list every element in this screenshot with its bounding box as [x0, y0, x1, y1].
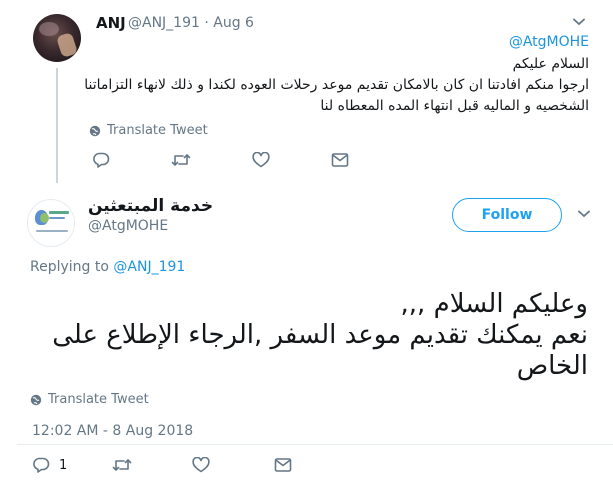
like-icon[interactable]: [252, 152, 270, 168]
message-icon[interactable]: [331, 152, 349, 168]
divider: [17, 444, 613, 445]
logo-text-mark: [36, 230, 68, 232]
reply-count: 1: [59, 457, 68, 473]
parent-tweet-date[interactable]: Aug 6: [213, 15, 254, 31]
retweet-icon[interactable]: [112, 457, 132, 473]
like-icon[interactable]: [192, 457, 210, 473]
logo-text-mark: [49, 211, 69, 214]
translate-tweet-link[interactable]: Translate Tweet: [30, 392, 149, 407]
chevron-down-icon[interactable]: [578, 210, 590, 218]
avatar-atgmohe[interactable]: [27, 199, 75, 247]
parent-mention-link[interactable]: @AtgMOHE: [0, 34, 589, 50]
parent-author-handle[interactable]: @ANJ_191: [128, 15, 200, 31]
parent-author-meta[interactable]: @ANJ_191 · Aug 6: [128, 15, 254, 31]
main-tweet-text-line: نعم يمكنك تقديم موعد السفر ,الرجاء الإطل…: [52, 320, 588, 350]
chevron-down-icon[interactable]: [573, 18, 585, 26]
translate-label[interactable]: Translate Tweet: [48, 392, 149, 407]
translate-label[interactable]: Translate Tweet: [107, 123, 208, 138]
parent-tweet-text-line: الشخصيه و الماليه قبل انتهاء المده المعط…: [320, 98, 589, 114]
logo-mark: [40, 213, 49, 223]
reply-icon[interactable]: [92, 152, 110, 168]
globe-icon: [30, 394, 42, 406]
parent-tweet-text-line: ارجوا منكم افادتنا ان كان بالامكان تقديم…: [84, 77, 589, 93]
globe-icon: [89, 125, 101, 137]
parent-author-name[interactable]: ANJ: [96, 14, 126, 32]
reply-icon[interactable]: [32, 457, 50, 473]
replying-handle-link[interactable]: @ANJ_191: [113, 259, 185, 275]
logo-text-mark: [49, 217, 65, 219]
replying-prefix: Replying to: [30, 259, 109, 275]
main-author-handle[interactable]: @AtgMOHE: [88, 218, 168, 234]
main-tweet-text-line: الخاص: [516, 351, 588, 381]
tweet-timestamp[interactable]: 12:02 AM - 8 Aug 2018: [32, 423, 193, 439]
meta-separator: ·: [204, 15, 209, 31]
follow-button[interactable]: Follow: [452, 198, 562, 232]
message-icon[interactable]: [274, 457, 292, 473]
translate-tweet-link[interactable]: Translate Tweet: [89, 123, 208, 138]
parent-tweet-text-line: السلام عليكم: [512, 56, 589, 72]
retweet-icon[interactable]: [171, 152, 191, 168]
main-tweet-text-line: وعليكم السلام ,,,: [400, 289, 588, 319]
reply-button[interactable]: 1: [32, 457, 67, 473]
replying-to: Replying to @ANJ_191: [30, 259, 185, 275]
main-author-name[interactable]: خدمة المبتعثين: [88, 196, 213, 216]
